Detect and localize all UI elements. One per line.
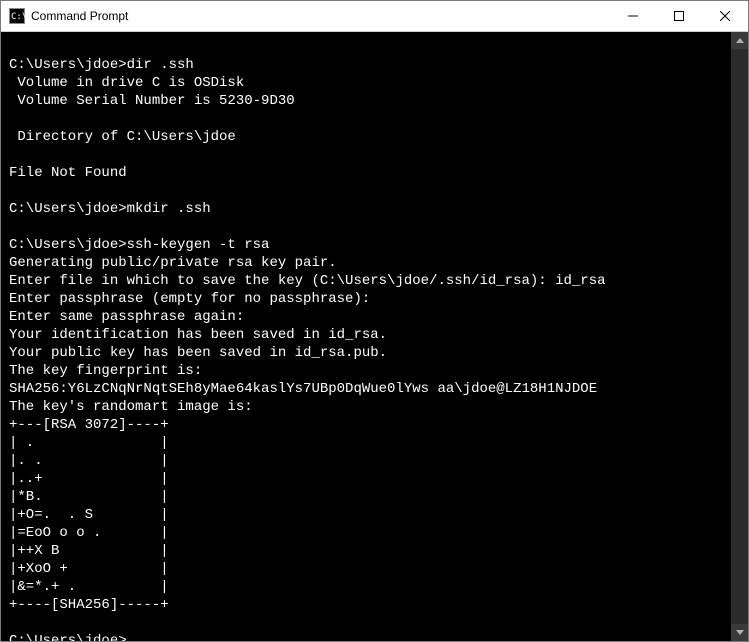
cmd-icon: C:\ [9, 8, 25, 24]
scroll-up-button[interactable] [731, 32, 748, 49]
minimize-button[interactable] [610, 1, 656, 31]
command-prompt-window: C:\ Command Prompt C:\Users\jdoe>dir .ss… [0, 0, 749, 642]
terminal-output[interactable]: C:\Users\jdoe>dir .ssh Volume in drive C… [1, 32, 731, 641]
close-button[interactable] [702, 1, 748, 31]
window-title: Command Prompt [31, 9, 128, 23]
titlebar[interactable]: C:\ Command Prompt [1, 1, 748, 32]
scroll-down-button[interactable] [731, 624, 748, 641]
svg-text:C:\: C:\ [11, 12, 25, 22]
maximize-button[interactable] [656, 1, 702, 31]
client-area: C:\Users\jdoe>dir .ssh Volume in drive C… [1, 32, 748, 641]
vertical-scrollbar[interactable] [731, 32, 748, 641]
